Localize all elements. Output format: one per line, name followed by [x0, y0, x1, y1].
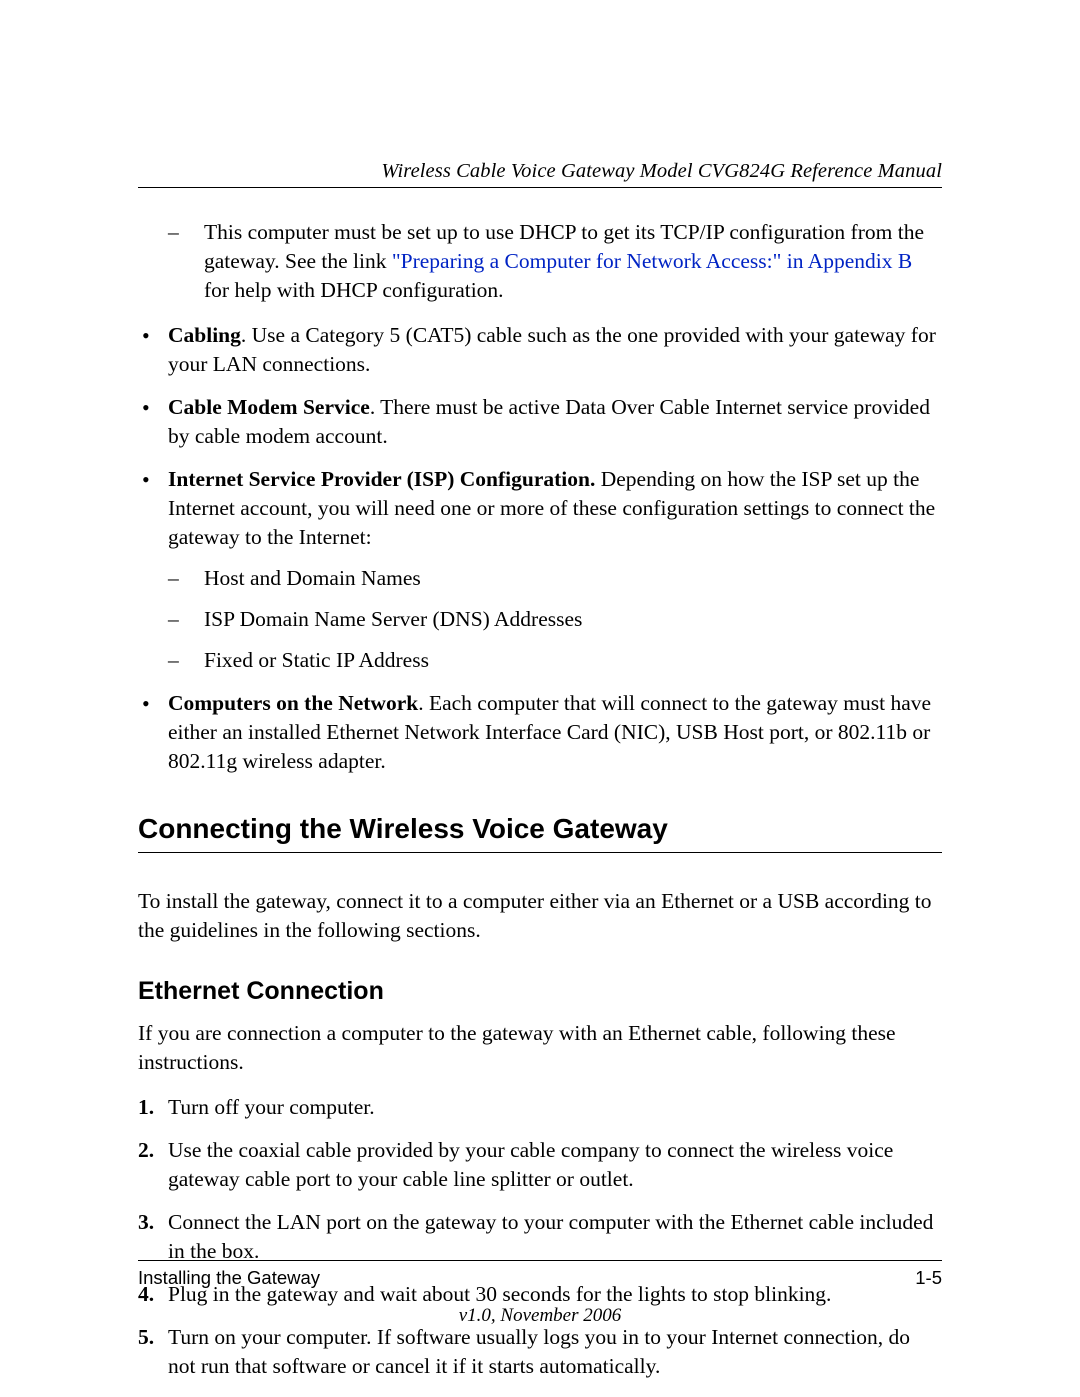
isp-sub-3: Fixed or Static IP Address	[168, 646, 942, 675]
step-3-num: 3.	[138, 1208, 154, 1237]
continuation-block: This computer must be set up to use DHCP…	[138, 218, 942, 305]
running-header: Wireless Cable Voice Gateway Model CVG82…	[138, 160, 942, 183]
isp-sub-list: Host and Domain Names ISP Domain Name Se…	[168, 564, 942, 675]
section-heading: Connecting the Wireless Voice Gateway	[138, 810, 942, 848]
dhcp-note: This computer must be set up to use DHCP…	[168, 218, 942, 305]
step-2-num: 2.	[138, 1136, 154, 1165]
step-1-num: 1.	[138, 1093, 154, 1122]
step-2: 2. Use the coaxial cable provided by you…	[138, 1136, 942, 1194]
page: Wireless Cable Voice Gateway Model CVG82…	[0, 0, 1080, 1397]
body-text: This computer must be set up to use DHCP…	[138, 218, 942, 1381]
section-intro: To install the gateway, connect it to a …	[138, 887, 942, 945]
footer-row: Installing the Gateway 1-5	[138, 1267, 942, 1289]
isp-config-item: Internet Service Provider (ISP) Configur…	[138, 465, 942, 675]
requirements-list: Cabling. Use a Category 5 (CAT5) cable s…	[138, 321, 942, 776]
step-3: 3. Connect the LAN port on the gateway t…	[138, 1208, 942, 1266]
sub-heading-ethernet: Ethernet Connection	[138, 975, 942, 1009]
isp-sub-2: ISP Domain Name Server (DNS) Addresses	[168, 605, 942, 634]
computers-label: Computers on the Network	[168, 691, 418, 715]
section-heading-rule	[138, 852, 942, 853]
cabling-text: . Use a Category 5 (CAT5) cable such as …	[168, 323, 936, 376]
page-footer: Installing the Gateway 1-5 v1.0, Novembe…	[138, 1260, 942, 1327]
sub-intro: If you are connection a computer to the …	[138, 1019, 942, 1077]
cable-modem-item: Cable Modem Service. There must be activ…	[138, 393, 942, 451]
step-1: 1. Turn off your computer.	[138, 1093, 942, 1122]
footer-page-number: 1-5	[915, 1267, 942, 1289]
step-5-num: 5.	[138, 1323, 154, 1352]
cabling-item: Cabling. Use a Category 5 (CAT5) cable s…	[138, 321, 942, 379]
cable-modem-label: Cable Modem Service	[168, 395, 370, 419]
footer-rule	[138, 1260, 942, 1261]
appendix-link[interactable]: "Preparing a Computer for Network Access…	[392, 249, 912, 273]
computers-item: Computers on the Network. Each computer …	[138, 689, 942, 776]
step-2-text: Use the coaxial cable provided by your c…	[168, 1138, 893, 1191]
footer-version: v1.0, November 2006	[138, 1305, 942, 1327]
dhcp-note-post: for help with DHCP configuration.	[204, 278, 504, 302]
isp-config-label: Internet Service Provider (ISP) Configur…	[168, 467, 595, 491]
step-1-text: Turn off your computer.	[168, 1095, 375, 1119]
cabling-label: Cabling	[168, 323, 241, 347]
header-rule	[138, 187, 942, 188]
isp-sub-1: Host and Domain Names	[168, 564, 942, 593]
step-3-text: Connect the LAN port on the gateway to y…	[168, 1210, 933, 1263]
step-5-text: Turn on your computer. If software usual…	[168, 1325, 910, 1378]
steps-list: 1. Turn off your computer. 2. Use the co…	[138, 1093, 942, 1381]
step-5: 5. Turn on your computer. If software us…	[138, 1323, 942, 1381]
footer-left: Installing the Gateway	[138, 1267, 320, 1289]
